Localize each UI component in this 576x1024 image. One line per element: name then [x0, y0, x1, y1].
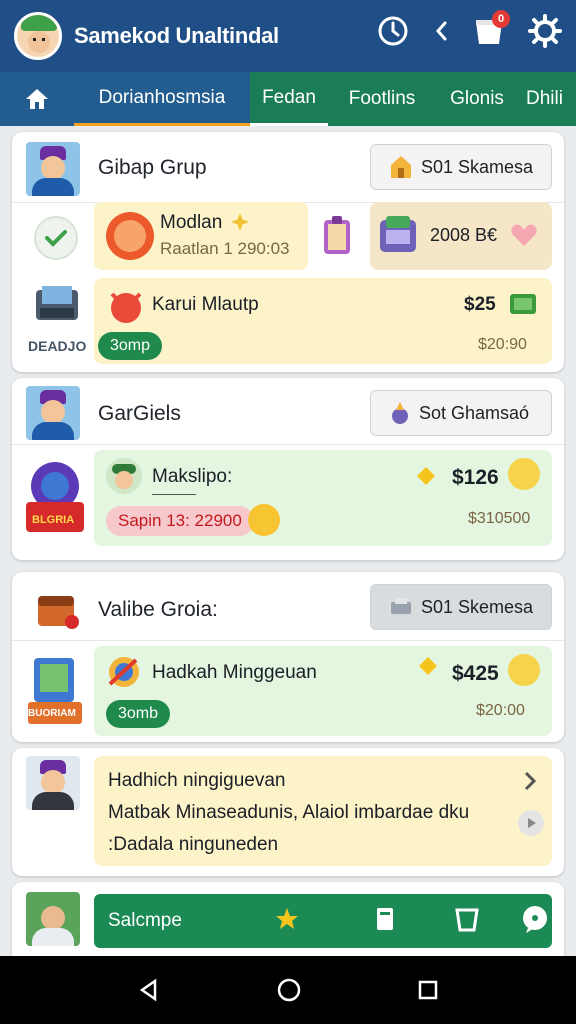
item-price-sub: $310500	[468, 510, 531, 527]
heart-icon	[511, 224, 537, 246]
arrow-line	[152, 494, 196, 495]
profile-avatar[interactable]	[14, 12, 62, 60]
sparkle-icon	[231, 213, 249, 231]
tab-bar: Dorianhosmsia Fedan Footlins Glonis Dhil…	[0, 72, 576, 126]
worried-emoji-icon	[248, 504, 280, 536]
home-icon	[26, 89, 48, 109]
check-icon[interactable]	[34, 216, 78, 260]
chevron-right-icon	[524, 771, 537, 791]
item-name: Karui Mlautp	[152, 294, 259, 315]
message-line-2: Matbak Minaseadunis, Alaiol imbardae dku	[108, 802, 470, 823]
item-subtitle: Raatlan 1 290:03	[160, 239, 290, 258]
smile-emoji-icon	[508, 654, 540, 686]
chat-icon	[523, 906, 547, 933]
star-icon	[276, 908, 298, 929]
play-icon[interactable]	[518, 810, 544, 836]
item-price-sub: $20:90	[478, 336, 527, 353]
group-avatar	[26, 142, 80, 196]
group-title: GarGiels	[98, 402, 181, 425]
notification-badge: 0	[492, 10, 510, 28]
group-action-button[interactable]: S01 Skemesa	[370, 584, 552, 630]
flame-icon	[392, 402, 408, 424]
group-title: Gibap Grup	[98, 156, 207, 179]
history-icon[interactable]	[376, 14, 410, 48]
machine-icon	[380, 216, 416, 252]
system-nav-bar	[0, 956, 576, 1024]
house-icon	[391, 156, 411, 178]
action-card: Salcmpe	[12, 882, 564, 956]
face-emoji-icon	[106, 212, 154, 260]
group-action-label: S01 Skamesa	[421, 156, 534, 177]
diamond-icon	[419, 657, 437, 675]
item-badge[interactable]: 3omp	[98, 332, 163, 360]
item-name: Hadkah Minggeuan	[152, 662, 317, 683]
nav-back-icon[interactable]	[137, 978, 161, 1002]
back-icon[interactable]	[432, 14, 450, 48]
group-card-2: GarGiels Sot Ghamsaó BLGRIA Makslipo: $1…	[12, 378, 564, 560]
item-price: $126	[452, 466, 499, 489]
group-action-button[interactable]: S01 Skamesa	[370, 144, 552, 190]
tab-4[interactable]: Glonis	[436, 72, 518, 126]
group-action-label: S01 Skemesa	[421, 596, 534, 617]
item-price: 2008 B€	[430, 225, 498, 245]
chest-icon	[38, 596, 79, 629]
item-name: Makslipo:	[152, 466, 233, 487]
action-bar-label: Salcmpe	[108, 910, 182, 931]
group-avatar	[26, 386, 80, 440]
message-line-3: :Dadala ninguneden	[108, 834, 279, 855]
group-card-3: Valibe Groia: S01 Skemesa BUORIAM Hadkah…	[12, 572, 564, 742]
target-icon	[108, 657, 139, 687]
item-badge[interactable]: 3omb	[106, 700, 171, 728]
tab-1[interactable]: Dorianhosmsia	[74, 72, 250, 126]
action-avatar	[26, 892, 80, 946]
group-action-label: Sot Ghamsaó	[419, 402, 530, 423]
group-tag: BLGRIA	[32, 514, 75, 526]
message-card[interactable]: Hadhich ningiguevan Matbak Minaseadunis,…	[12, 748, 564, 876]
diamond-icon	[417, 467, 435, 485]
tab-2[interactable]: Fedan	[250, 72, 328, 126]
item-name: Modlan	[160, 212, 223, 233]
cart-icon[interactable]: 0	[472, 10, 510, 48]
tab-home[interactable]	[0, 72, 74, 126]
ranger-avatar-icon	[106, 458, 142, 494]
item-price-sub: $20:00	[476, 702, 525, 719]
item-badge[interactable]: Sapin 13: 22900	[106, 506, 254, 536]
group-card-1: Gibap Grup S01 Skamesa Modlan Raatlan 1 …	[12, 132, 564, 372]
app-header: Samekod Unaltindal 0	[0, 0, 576, 72]
register-icon	[36, 286, 78, 320]
group-action-button[interactable]: Sot Ghamsaó	[370, 390, 552, 436]
devil-emoji-icon	[110, 292, 142, 323]
app-title: Samekod Unaltindal	[74, 23, 279, 48]
message-line-1: Hadhich ningiguevan	[108, 770, 286, 791]
message-avatar	[26, 756, 80, 810]
group-tag: DEADJO	[28, 338, 87, 354]
cash-icon	[510, 294, 536, 314]
settings-icon[interactable]	[528, 14, 562, 48]
item-price: $25	[464, 294, 496, 315]
tab-3[interactable]: Footlins	[328, 72, 436, 126]
nav-recents-icon[interactable]	[417, 979, 439, 1001]
clipboard-icon	[324, 216, 350, 254]
nav-home-icon[interactable]	[276, 977, 302, 1003]
smile-emoji-icon	[508, 458, 540, 490]
document-icon	[377, 908, 393, 930]
trash-icon	[455, 908, 479, 932]
tab-5[interactable]: Dhili	[518, 72, 574, 126]
item-price: $425	[452, 662, 499, 685]
group-tag: BUORIAM	[28, 708, 76, 719]
printer-icon	[391, 598, 411, 614]
group-title: Valibe Groia:	[98, 598, 218, 621]
